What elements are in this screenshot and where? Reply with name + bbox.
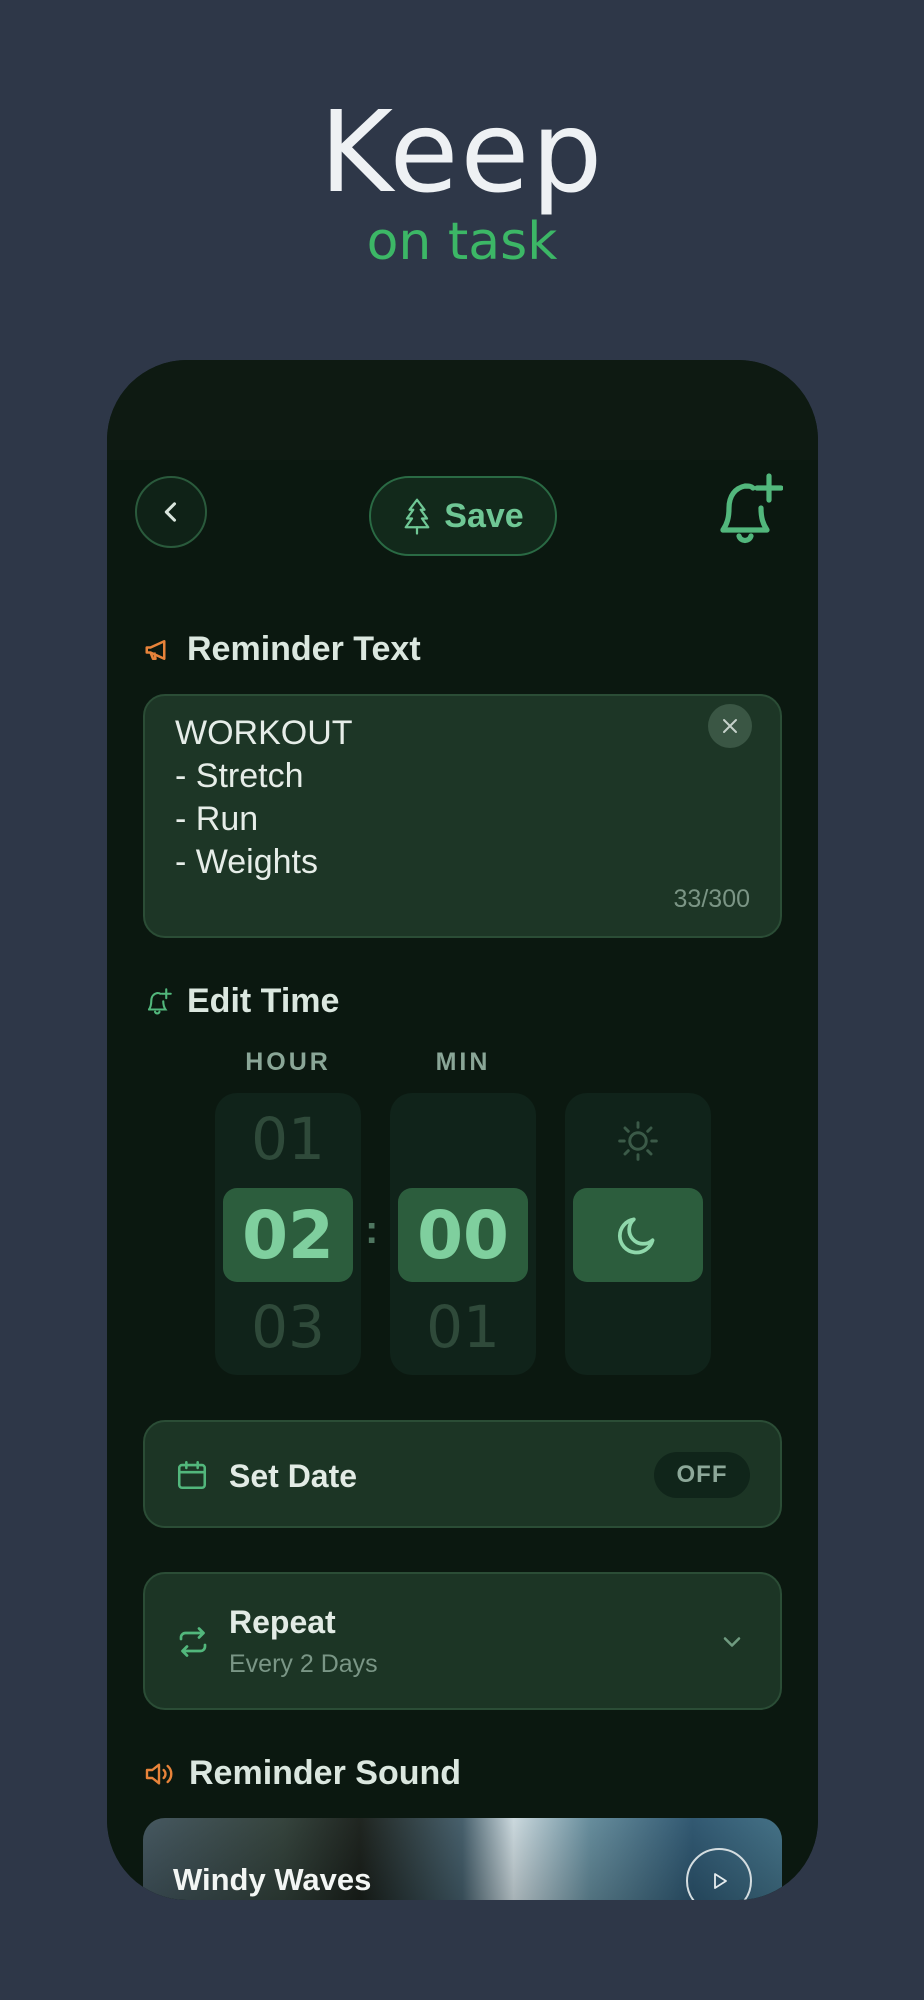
close-icon [723, 719, 737, 733]
set-date-row[interactable]: Set Date OFF [143, 1420, 782, 1528]
repeat-row[interactable]: Repeat Every 2 Days [143, 1572, 782, 1710]
text-line: - Run [175, 800, 259, 838]
hour-picker[interactable]: 01 02 03 [215, 1093, 361, 1375]
min-label: MIN [435, 1048, 491, 1076]
text-line: - Stretch [175, 757, 304, 795]
reminder-text-input[interactable]: WORKOUT - Stretch - Run - Weights 33/300 [143, 694, 782, 938]
hero-title: Keep [319, 88, 605, 218]
minute-picker[interactable]: 00 01 [390, 1093, 536, 1375]
hour-label: HOUR [245, 1048, 331, 1076]
character-counter: 33/300 [673, 885, 750, 913]
sound-name: Windy Waves [173, 1862, 372, 1897]
am-pm-picker[interactable] [565, 1093, 711, 1375]
moon-option-selected[interactable] [573, 1188, 703, 1282]
chevron-down-icon[interactable] [718, 1628, 746, 1656]
status-area [107, 360, 818, 460]
hour-option[interactable]: 03 [215, 1293, 361, 1361]
sun-option[interactable] [616, 1119, 660, 1168]
back-button[interactable] [135, 476, 207, 548]
repeat-value: Every 2 Days [229, 1650, 378, 1678]
minute-option[interactable]: 01 [390, 1293, 536, 1361]
reminder-text-heading: Reminder Text [143, 630, 421, 669]
hour-option[interactable]: 01 [215, 1105, 361, 1173]
sun-icon [618, 1121, 658, 1161]
repeat-label: Repeat [229, 1604, 336, 1640]
play-icon [714, 1873, 727, 1889]
chevron-left-icon [164, 502, 177, 522]
edit-time-title: Edit Time [187, 982, 340, 1020]
minute-selected[interactable]: 00 [398, 1188, 528, 1282]
speaker-icon [145, 1762, 173, 1785]
save-label: Save [444, 496, 524, 535]
megaphone-icon [145, 639, 166, 660]
hour-selected[interactable]: 02 [223, 1188, 353, 1282]
hero-subtitle: on task [366, 212, 558, 272]
repeat-icon [179, 1627, 207, 1657]
text-line: - Weights [175, 843, 318, 881]
reminder-text-value: WORKOUT - Stretch - Run - Weights [175, 712, 353, 884]
tree-icon [404, 498, 430, 535]
bell-add-icon [147, 987, 172, 1014]
moon-icon [617, 1217, 655, 1255]
text-line: WORKOUT [175, 714, 353, 752]
edit-time-heading: Edit Time [143, 982, 339, 1021]
save-button[interactable]: Save [369, 476, 557, 556]
add-reminder-bell-icon[interactable] [711, 470, 783, 550]
reminder-sound-heading: Reminder Sound [143, 1754, 461, 1793]
reminder-text-title: Reminder Text [187, 630, 421, 668]
time-separator: : [365, 1208, 379, 1252]
reminder-sound-title: Reminder Sound [189, 1754, 462, 1792]
set-date-toggle[interactable]: OFF [654, 1452, 750, 1498]
sound-card[interactable]: Windy Waves [143, 1818, 782, 1900]
set-date-label: Set Date [229, 1458, 358, 1494]
clear-text-button[interactable] [708, 704, 752, 748]
calendar-icon [177, 1460, 207, 1490]
phone-frame: Save Reminder Text WORKOUT - Stretch - R… [107, 360, 818, 1900]
